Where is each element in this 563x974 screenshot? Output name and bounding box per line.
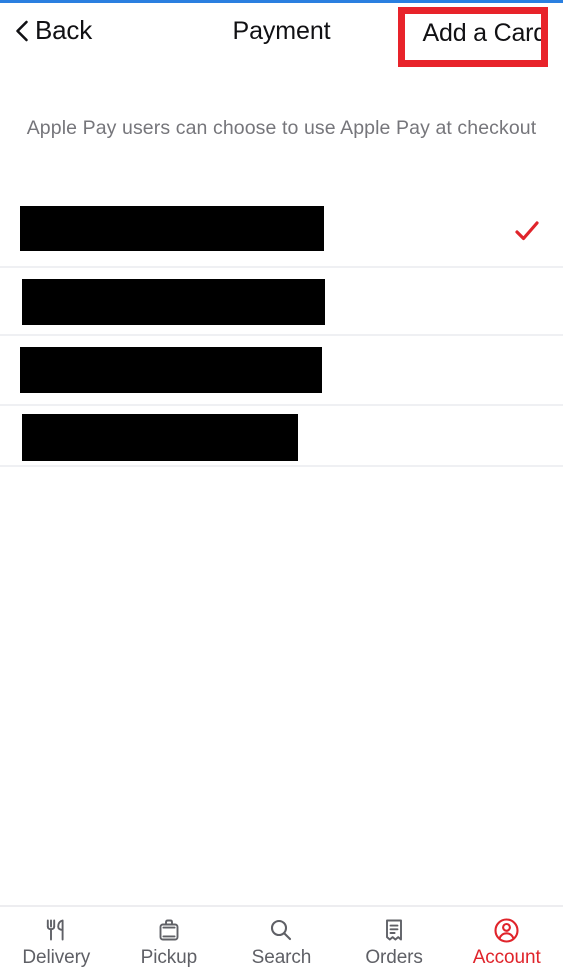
payment-method-list bbox=[0, 196, 563, 467]
payment-method-row[interactable] bbox=[0, 196, 563, 266]
tab-label: Orders bbox=[365, 947, 423, 968]
redacted-card-label bbox=[22, 414, 298, 461]
add-a-card-button[interactable]: Add a Card bbox=[423, 19, 548, 48]
tab-label: Pickup bbox=[140, 947, 198, 968]
shopping-bag-icon bbox=[156, 916, 182, 944]
receipt-icon bbox=[381, 916, 407, 944]
tab-search[interactable]: Search bbox=[225, 907, 338, 969]
apple-pay-note: Apple Pay users can choose to use Apple … bbox=[26, 117, 537, 139]
tab-pickup[interactable]: Pickup bbox=[113, 907, 226, 969]
payment-method-row[interactable] bbox=[0, 266, 563, 334]
tab-label: Delivery bbox=[22, 947, 91, 968]
tab-label: Search bbox=[251, 947, 312, 968]
redacted-card-label bbox=[20, 347, 322, 393]
app-screen: Back Payment Add a Card Apple Pay users … bbox=[0, 0, 563, 974]
search-icon bbox=[268, 916, 294, 944]
redacted-card-label bbox=[22, 279, 325, 325]
payment-method-row[interactable] bbox=[0, 334, 563, 404]
navigation-bar: Back Payment Add a Card bbox=[0, 3, 563, 81]
account-circle-icon bbox=[493, 916, 520, 944]
utensils-icon bbox=[43, 916, 69, 944]
tab-label: Account bbox=[472, 947, 541, 968]
checkmark-icon bbox=[515, 221, 539, 241]
bottom-tab-bar: Delivery Pickup Search Orders Account bbox=[0, 905, 563, 974]
payment-method-row[interactable] bbox=[0, 404, 563, 467]
tab-delivery[interactable]: Delivery bbox=[0, 907, 113, 969]
redacted-card-label bbox=[20, 206, 324, 251]
tab-orders[interactable]: Orders bbox=[338, 907, 451, 969]
tab-account[interactable]: Account bbox=[450, 907, 563, 969]
